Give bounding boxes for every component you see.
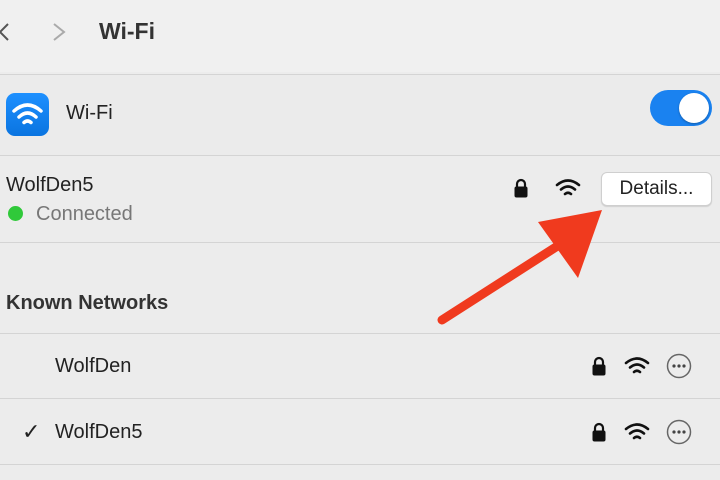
divider <box>0 155 720 156</box>
known-network-name[interactable]: WolfDen <box>55 355 131 378</box>
known-network-name[interactable]: WolfDen5 <box>55 421 142 444</box>
chevron-right-icon[interactable] <box>50 22 68 42</box>
more-options-icon[interactable] <box>666 419 692 445</box>
chevron-left-icon[interactable] <box>0 22 12 42</box>
current-network-name: WolfDen5 <box>6 174 94 196</box>
lock-icon <box>592 356 606 376</box>
toolbar: Wi-Fi <box>0 0 720 72</box>
connected-status-dot <box>8 206 23 221</box>
page-title: Wi-Fi <box>99 18 155 44</box>
wifi-signal-icon <box>624 423 650 440</box>
divider <box>0 333 720 334</box>
wifi-signal-icon <box>555 179 581 196</box>
annotation-arrow <box>437 210 602 325</box>
lock-icon <box>592 422 606 442</box>
checkmark-icon: ✓ <box>22 419 41 444</box>
lock-icon <box>514 178 528 198</box>
connection-status: Connected <box>36 203 133 225</box>
toggle-knob <box>679 93 709 123</box>
divider <box>0 398 720 399</box>
wifi-label: Wi-Fi <box>66 102 113 124</box>
known-networks-heading: Known Networks <box>6 292 169 314</box>
divider <box>0 464 720 465</box>
wifi-signal-icon <box>624 357 650 374</box>
wifi-icon <box>12 103 43 125</box>
wifi-toggle[interactable] <box>650 90 712 126</box>
wifi-app-icon <box>6 93 49 136</box>
more-options-icon[interactable] <box>666 353 692 379</box>
